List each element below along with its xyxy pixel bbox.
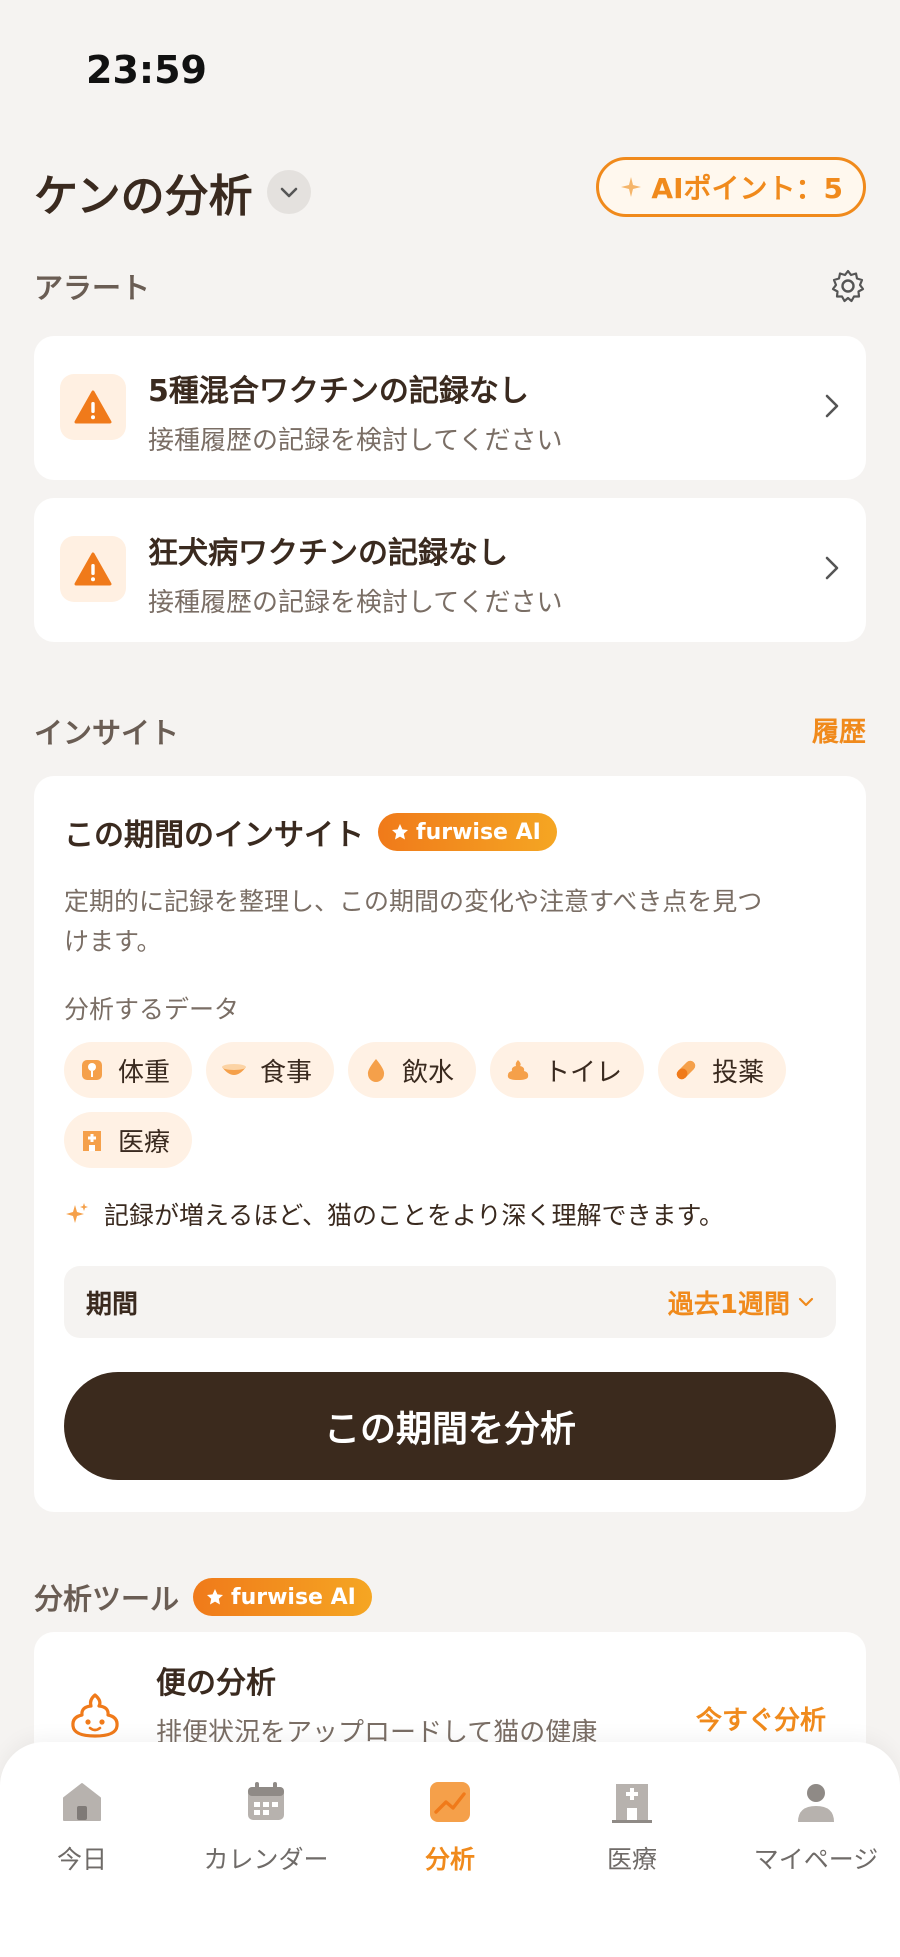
chevron-down-icon xyxy=(798,1297,814,1307)
chart-icon xyxy=(430,1782,470,1822)
alert-subtitle: 接種履歴の記録を検討してください xyxy=(148,588,563,618)
chip-weight[interactable]: 体重 xyxy=(64,1042,193,1098)
furwise-ai-badge: furwise AI xyxy=(378,813,557,851)
alert-title: 5種混合ワクチンの記録なし xyxy=(148,374,529,409)
warning-icon xyxy=(60,374,126,440)
bowl-icon xyxy=(220,1056,248,1084)
alert-card-combo-vaccine[interactable]: 5種混合ワクチンの記録なし 接種履歴の記録を検討してください xyxy=(34,336,866,480)
alerts-section-label: アラート xyxy=(34,271,151,305)
tool-title: 便の分析 xyxy=(156,1666,276,1701)
tools-header: 分析ツール furwise AI xyxy=(34,1576,372,1618)
nav-label: マイページ xyxy=(753,1845,879,1874)
chevron-right-icon xyxy=(824,392,840,424)
chip-medication[interactable]: 投薬 xyxy=(658,1042,787,1098)
furwise-ai-badge: furwise AI xyxy=(193,1578,372,1616)
page-title: ケンの分析 xyxy=(34,171,253,222)
hospital-icon xyxy=(78,1126,106,1154)
nav-item-today[interactable]: 今日 xyxy=(0,1778,172,1876)
pill-icon xyxy=(672,1056,700,1084)
period-value-text: 過去1週間 xyxy=(667,1289,790,1320)
chip-toilet[interactable]: トイレ xyxy=(490,1042,645,1098)
alert-subtitle: 接種履歴の記録を検討してください xyxy=(148,426,563,456)
person-icon xyxy=(798,1784,834,1822)
ai-badge-label: furwise AI xyxy=(416,819,541,845)
scale-icon xyxy=(78,1056,106,1084)
nav-item-mypage[interactable]: マイページ xyxy=(726,1778,900,1876)
insight-card-title: この期間のインサイト xyxy=(64,818,364,853)
chip-label: 投薬 xyxy=(712,1057,765,1088)
period-selector[interactable]: 期間 過去1週間 xyxy=(64,1266,836,1338)
warning-icon xyxy=(60,536,126,602)
insight-tip: 記録が増えるほど、猫のことをより深く理解できます。 xyxy=(64,1196,724,1232)
chevron-right-icon xyxy=(824,554,840,586)
chip-label: 食事 xyxy=(260,1057,313,1088)
star-icon xyxy=(392,824,408,840)
insight-card: この期間のインサイト furwise AI 定期的に記録を整理し、この期間の変化… xyxy=(34,776,866,1512)
home-icon xyxy=(63,1783,101,1821)
chip-label: トイレ xyxy=(544,1057,623,1088)
period-label: 期間 xyxy=(86,1289,139,1320)
alert-card-rabies-vaccine[interactable]: 狂犬病ワクチンの記録なし 接種履歴の記録を検討してください xyxy=(34,498,866,642)
ai-badge-label: furwise AI xyxy=(231,1584,356,1610)
data-label: 分析するデータ xyxy=(64,995,240,1024)
nav-label: 今日 xyxy=(56,1845,107,1874)
nav-item-calendar[interactable]: カレンダー xyxy=(176,1778,356,1876)
poop-icon xyxy=(504,1056,532,1084)
nav-label: 医療 xyxy=(606,1845,657,1874)
analyze-period-button[interactable]: この期間を分析 xyxy=(64,1372,836,1480)
ai-points-label: AIポイント：5 xyxy=(651,172,843,205)
analyze-now-link[interactable]: 今すぐ分析 xyxy=(696,1700,826,1737)
nav-item-analysis[interactable]: 分析 xyxy=(360,1778,540,1876)
data-chips: 体重 食事 飲水 トイレ 投薬 医療 xyxy=(64,1042,824,1168)
ai-points-button[interactable]: AIポイント：5 xyxy=(596,157,866,217)
pet-selector[interactable]: ケンの分析 xyxy=(34,160,311,224)
chip-medical[interactable]: 医療 xyxy=(64,1112,193,1168)
calendar-icon xyxy=(248,1782,284,1820)
tools-section-label: 分析ツール xyxy=(34,1582,180,1616)
chip-water[interactable]: 飲水 xyxy=(348,1042,477,1098)
water-drop-icon xyxy=(362,1056,390,1084)
tip-text: 記録が増えるほど、猫のことをより深く理解できます。 xyxy=(104,1201,725,1230)
chip-label: 飲水 xyxy=(402,1057,455,1088)
sparkle-icon xyxy=(66,1203,88,1223)
bottom-nav: 今日 カレンダー 分析 医療 マイページ xyxy=(0,1742,900,1957)
nav-item-medical[interactable]: 医療 xyxy=(542,1778,722,1876)
star-icon xyxy=(207,1589,224,1605)
insight-section-label: インサイト xyxy=(34,716,180,750)
sparkle-icon xyxy=(621,177,642,197)
history-link[interactable]: 履歴 xyxy=(812,710,866,749)
hospital-icon xyxy=(612,1784,652,1823)
nav-label: 分析 xyxy=(424,1845,475,1874)
gear-icon[interactable] xyxy=(830,268,866,308)
status-time: 23:59 xyxy=(86,48,207,92)
nav-label: カレンダー xyxy=(203,1845,329,1874)
alert-title: 狂犬病ワクチンの記録なし xyxy=(148,536,508,571)
insight-description: 定期的に記録を整理し、この期間の変化や注意すべき点を見つけます。 xyxy=(64,887,763,956)
chevron-down-icon[interactable] xyxy=(266,170,311,214)
period-value[interactable]: 過去1週間 xyxy=(668,1284,814,1321)
chip-label: 医療 xyxy=(118,1127,171,1158)
chip-food[interactable]: 食事 xyxy=(206,1042,335,1098)
chip-label: 体重 xyxy=(118,1057,171,1088)
poop-icon xyxy=(68,1692,122,1746)
